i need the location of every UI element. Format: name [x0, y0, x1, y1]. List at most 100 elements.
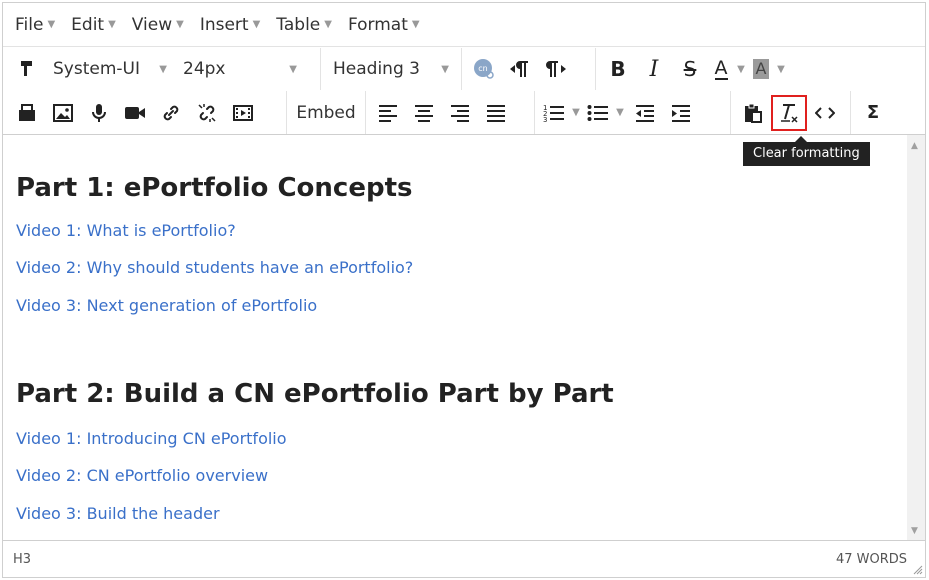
- menu-edit[interactable]: Edit ▼: [65, 9, 122, 41]
- insert-link-button[interactable]: [153, 96, 189, 130]
- embed-button[interactable]: Embed: [291, 96, 361, 130]
- chevron-down-icon[interactable]: ▼: [734, 64, 748, 75]
- chevron-down-icon: ▼: [108, 19, 116, 30]
- film-strip-icon: [233, 104, 253, 121]
- font-size-value: 24px: [183, 59, 226, 79]
- chevron-down-icon: ▼: [411, 19, 420, 30]
- insert-video-button[interactable]: [117, 96, 153, 130]
- block-format-group: Heading 3 ▼: [321, 48, 462, 90]
- video-camera-icon: [125, 106, 145, 119]
- numbered-list-icon: 123: [543, 104, 564, 123]
- menu-insert[interactable]: Insert ▼: [194, 9, 266, 41]
- template-button[interactable]: [9, 96, 45, 130]
- toolbar-row-1: System-UI ▼ 24px ▼ Heading 3 ▼ cn B I S A ▼…: [3, 48, 925, 90]
- word-count[interactable]: 47 WORDS: [836, 552, 907, 567]
- outdent-icon: [636, 104, 654, 122]
- menu-table-label: Table: [276, 14, 321, 35]
- font-group: System-UI ▼ 24px ▼: [3, 48, 321, 90]
- source-code-button[interactable]: [807, 96, 843, 130]
- statusbar: H3 47 WORDS: [3, 540, 925, 577]
- video-link[interactable]: Video 3: Build the header: [16, 504, 220, 523]
- clear-formatting-button[interactable]: [771, 94, 807, 131]
- ltr-paragraph-icon: [510, 61, 528, 77]
- heading-part-2: Part 2: Build a CN ePortfolio Part by Pa…: [16, 379, 614, 409]
- bullet-list-button[interactable]: [583, 96, 613, 130]
- svg-text:cn: cn: [478, 64, 487, 73]
- vertical-scrollbar[interactable]: ▲ ▼: [907, 135, 925, 540]
- video-link[interactable]: Video 2: Why should students have an ePo…: [16, 258, 413, 277]
- rich-text-editor: File ▼ Edit ▼ View ▼ Insert ▼ Table ▼ Format ▼…: [2, 2, 926, 578]
- paste-text-button[interactable]: [735, 96, 771, 130]
- menu-table[interactable]: Table ▼: [270, 9, 338, 41]
- unlink-button[interactable]: [189, 96, 225, 130]
- insert-audio-button[interactable]: [81, 96, 117, 130]
- toolbar-row-2: Embed 123 ▼ ▼ Σ: [3, 91, 925, 135]
- indent-button[interactable]: [663, 96, 699, 130]
- chevron-down-icon[interactable]: ▼: [569, 107, 583, 118]
- menu-insert-label: Insert: [199, 14, 249, 35]
- insert-image-button[interactable]: [45, 96, 81, 130]
- indent-icon: [672, 104, 690, 122]
- microphone-icon: [92, 103, 106, 122]
- scroll-down-arrow-icon[interactable]: ▼: [911, 526, 918, 536]
- chevron-down-icon[interactable]: ▼: [613, 107, 627, 118]
- chevron-down-icon: ▼: [252, 19, 261, 30]
- cn-link-button[interactable]: cn: [466, 52, 502, 86]
- ltr-button[interactable]: [502, 52, 538, 86]
- embed-label: Embed: [296, 102, 356, 123]
- rtl-paragraph-icon: [546, 61, 566, 77]
- text-style-group: B I S A ▼ A ▼: [596, 48, 826, 90]
- resize-handle-icon[interactable]: [913, 565, 923, 575]
- code-icon: [815, 106, 835, 119]
- menu-file[interactable]: File ▼: [9, 9, 61, 41]
- font-family-select[interactable]: System-UI ▼: [45, 52, 175, 86]
- align-right-icon: [451, 104, 469, 122]
- format-painter-button[interactable]: [9, 52, 45, 86]
- menu-view[interactable]: View ▼: [126, 9, 190, 41]
- align-right-button[interactable]: [442, 96, 478, 130]
- tools-group: [731, 91, 851, 134]
- image-icon: [53, 103, 73, 122]
- block-format-select[interactable]: Heading 3 ▼: [325, 52, 457, 86]
- text-color-button[interactable]: A: [708, 52, 734, 86]
- align-left-button[interactable]: [370, 96, 406, 130]
- align-center-button[interactable]: [406, 96, 442, 130]
- editor-content[interactable]: Part 1: ePortfolio Concepts Video 1: Wha…: [3, 135, 907, 540]
- rtl-button[interactable]: [538, 52, 574, 86]
- italic-icon: I: [649, 56, 659, 82]
- video-link[interactable]: Video 1: What is ePortfolio?: [16, 221, 236, 240]
- italic-button[interactable]: I: [636, 52, 672, 86]
- media-embed-button[interactable]: [225, 96, 261, 130]
- unlink-icon: [198, 103, 216, 122]
- align-left-icon: [379, 104, 397, 122]
- bold-button[interactable]: B: [600, 52, 636, 86]
- menu-format-label: Format: [347, 14, 408, 35]
- text-color-icon: A: [714, 57, 728, 80]
- chevron-down-icon[interactable]: ▼: [774, 64, 788, 75]
- menu-edit-label: Edit: [71, 14, 105, 35]
- chevron-down-icon: ▼: [441, 63, 449, 75]
- embed-group: Embed: [287, 91, 366, 134]
- heading-part-1: Part 1: ePortfolio Concepts: [16, 173, 413, 203]
- video-link[interactable]: Video 3: Next generation of ePortfolio: [16, 296, 317, 315]
- outdent-button[interactable]: [627, 96, 663, 130]
- menu-view-label: View: [131, 14, 173, 35]
- chevron-down-icon: ▼: [324, 19, 332, 30]
- menu-format[interactable]: Format ▼: [342, 9, 426, 41]
- element-path[interactable]: H3: [13, 552, 31, 567]
- strikethrough-button[interactable]: S: [672, 52, 708, 86]
- numbered-list-button[interactable]: 123: [539, 96, 569, 130]
- tooltip-clear-formatting: Clear formatting: [743, 136, 870, 166]
- font-size-select[interactable]: 24px ▼: [175, 52, 305, 86]
- background-color-button[interactable]: A: [748, 52, 774, 86]
- link-icon: [163, 105, 179, 120]
- video-link[interactable]: Video 2: CN ePortfolio overview: [16, 466, 268, 485]
- video-link[interactable]: Video 1: Introducing CN ePortfolio: [16, 429, 287, 448]
- menubar: File ▼ Edit ▼ View ▼ Insert ▼ Table ▼ Format ▼: [3, 3, 925, 47]
- align-center-icon: [415, 104, 433, 122]
- math-group: Σ: [851, 91, 895, 134]
- chevron-down-icon: ▼: [289, 63, 297, 75]
- math-equation-button[interactable]: Σ: [855, 96, 891, 130]
- justify-button[interactable]: [478, 96, 514, 130]
- scroll-up-arrow-icon[interactable]: ▲: [911, 141, 918, 151]
